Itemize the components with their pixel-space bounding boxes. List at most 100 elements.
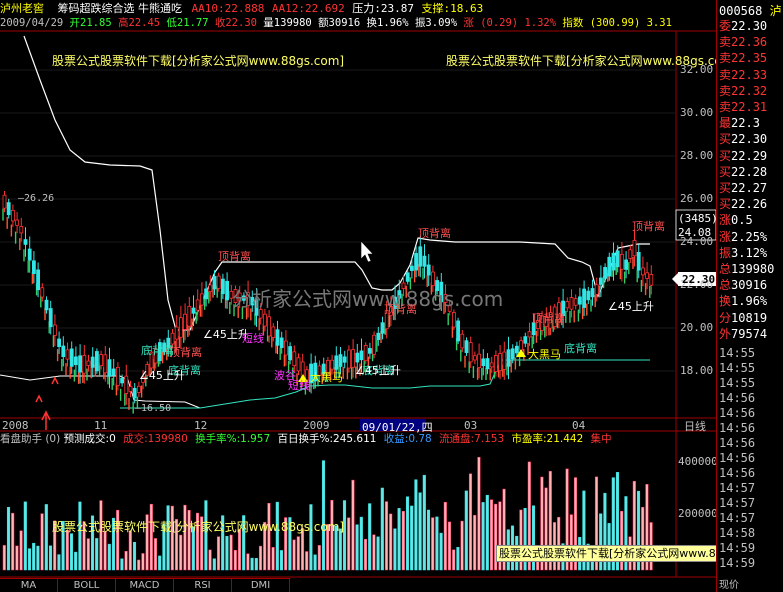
- quote-label: 卖: [719, 83, 732, 98]
- volume-bar: [342, 500, 347, 571]
- volume-bar: [44, 504, 48, 571]
- index-value: 指数 (300.99) 3.31: [562, 17, 672, 29]
- candle-body: [376, 332, 381, 340]
- predict-volume: 预测成交:0: [63, 433, 116, 445]
- candle-body: [44, 299, 49, 311]
- volume-bar: [254, 558, 258, 571]
- turnover-value: 换1.96%: [366, 17, 409, 29]
- quote-row: 最22.3: [719, 114, 760, 131]
- tab-ma[interactable]: MA: [0, 578, 58, 592]
- candle-body: [468, 342, 473, 363]
- quote-panel: 000568 泸 委22.30 卖22.36 卖22.35 卖22.33 卖22.32 卖…: [716, 0, 783, 592]
- volume-bar: [422, 474, 426, 571]
- quote-row: 买22.29: [719, 147, 767, 164]
- candle-body: [116, 367, 120, 386]
- quote-label: 卖: [719, 51, 732, 66]
- candle-body: [422, 255, 427, 267]
- quote-row: 委22.30: [719, 17, 767, 34]
- quote-label: 卖: [719, 100, 732, 114]
- volume-bar: [468, 473, 473, 571]
- candle-body: [86, 360, 91, 366]
- candle-body: [40, 287, 45, 298]
- volume-bar: [351, 479, 355, 571]
- panel-bottom-label: 现价: [719, 580, 739, 591]
- volume-bar: [229, 534, 233, 571]
- volume-bar: [460, 520, 464, 571]
- quote-label: 买: [719, 164, 732, 179]
- candle-body: [510, 348, 515, 360]
- volume-bar: [414, 479, 418, 571]
- volume-bar: [456, 547, 460, 571]
- candle-body: [649, 274, 654, 286]
- quote-label: 分: [719, 310, 732, 325]
- volume-bar: [120, 558, 124, 571]
- header-row-2: 2009/04/29 开21.85 高22.45 低21.77 收22.30 量…: [0, 17, 672, 30]
- volume-bar: [36, 545, 40, 571]
- candle-body: [338, 354, 343, 367]
- candle-body: [426, 264, 431, 276]
- volume-bar: [15, 545, 19, 571]
- quote-label: 买: [719, 132, 732, 147]
- date-label: 03: [464, 419, 478, 432]
- date-label: 2008: [2, 419, 29, 432]
- volume-bar: [32, 542, 36, 571]
- candle-body: [624, 259, 628, 270]
- change-value: 涨 (0.29) 1.32%: [463, 17, 557, 29]
- date-label: 2009: [303, 419, 330, 432]
- open-value: 开21.85: [69, 17, 112, 29]
- candle-body: [628, 249, 633, 259]
- quote-value: 22.36: [731, 35, 768, 50]
- candle-body: [418, 246, 423, 267]
- label-1650: —16.50: [135, 403, 172, 414]
- candle-body: [6, 202, 11, 216]
- quote-value: 2.25%: [731, 229, 768, 244]
- label-2626: —26.26: [18, 193, 55, 204]
- tab-rsi[interactable]: RSI: [174, 578, 232, 592]
- candle-body: [451, 312, 456, 328]
- quote-row: 换1.96%: [719, 292, 767, 309]
- candle-body: [620, 253, 624, 270]
- volume-bar: [473, 514, 477, 571]
- candle-body: [472, 355, 477, 361]
- volume-bar: [179, 534, 183, 571]
- candle-body: [456, 320, 461, 342]
- aa12-value: AA12:22.692: [271, 2, 345, 15]
- volume-bar: [216, 536, 221, 571]
- volume-bar: [368, 503, 372, 571]
- volume-bar: [489, 499, 494, 571]
- volume-bar: [6, 507, 11, 571]
- volume-bar: [65, 530, 69, 571]
- quote-value: 22.33: [731, 67, 768, 82]
- up45-2: ∠45上升: [139, 369, 185, 382]
- candle-body: [124, 375, 129, 394]
- bottom-diverge-1: 底背离: [141, 344, 174, 357]
- candle-body: [330, 359, 335, 370]
- volume-bar: [166, 505, 170, 571]
- high-value: 高22.45: [117, 17, 161, 29]
- candle-body: [120, 377, 124, 384]
- volume-bar: [447, 521, 452, 571]
- volume-bar: [107, 543, 111, 571]
- quote-value: 79574: [731, 326, 768, 341]
- volume-bar: [330, 499, 334, 571]
- volume-bar: [389, 513, 393, 571]
- volume-bar: [372, 534, 376, 571]
- support-value: 支撑:18.63: [421, 2, 484, 15]
- period-daily[interactable]: 日线: [684, 418, 706, 434]
- volume-bar: [103, 531, 107, 571]
- candle-body: [19, 226, 24, 234]
- tick-time: 14:55: [719, 376, 756, 390]
- candle-body: [611, 252, 616, 271]
- quote-label: 卖: [719, 35, 732, 50]
- volume-bar: [137, 559, 141, 571]
- candle-body: [641, 267, 645, 276]
- tab-dmi[interactable]: DMI: [232, 578, 290, 592]
- candle-body: [523, 336, 528, 344]
- tick-time: 14:55: [719, 346, 756, 360]
- tab-boll[interactable]: BOLL: [58, 578, 116, 592]
- candle-body: [292, 351, 297, 367]
- candle-body: [372, 334, 377, 355]
- tab-macd[interactable]: MACD: [116, 578, 174, 592]
- volume-bar: [321, 460, 326, 571]
- candle-body: [27, 248, 32, 261]
